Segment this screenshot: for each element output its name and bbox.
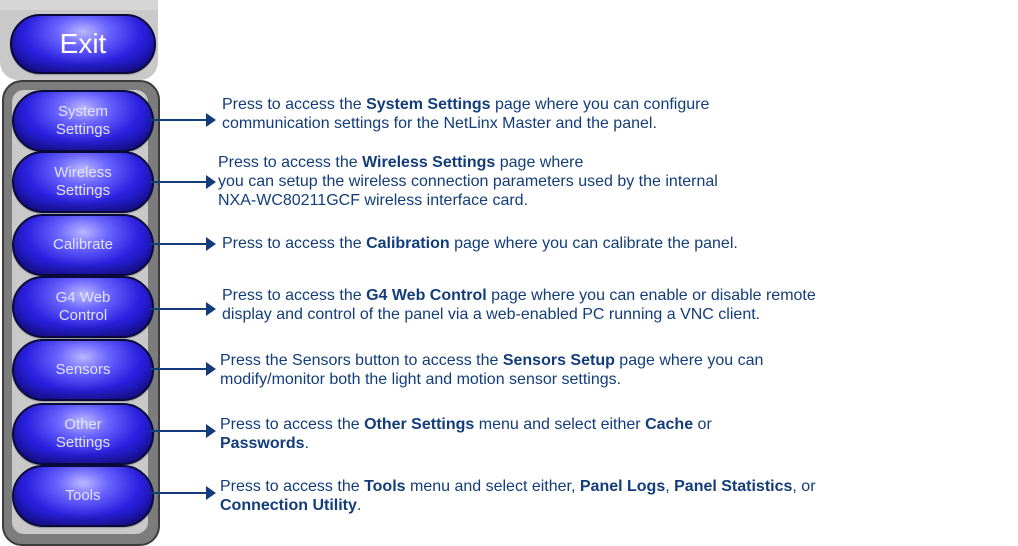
exit-button[interactable]: Exit xyxy=(10,14,156,74)
desc-text: Press to access the xyxy=(222,287,367,304)
desc-bold: Sensors Setup xyxy=(502,352,615,369)
desc-bold: Connection Utility xyxy=(220,497,357,514)
desc-text: page where xyxy=(495,154,584,171)
desc-line2: communication settings for the NetLinx M… xyxy=(222,115,657,132)
arrow-g4web-icon xyxy=(206,302,216,316)
g4-web-control-label-line2: Control xyxy=(58,307,108,324)
arrow-system-icon xyxy=(206,113,216,127)
connector-line-system xyxy=(150,119,208,121)
connector-line-sensors xyxy=(150,368,208,370)
tools-button[interactable]: Tools xyxy=(12,465,154,527)
connector-line-wireless xyxy=(150,181,208,183)
system-settings-label-line1: System xyxy=(57,103,108,120)
desc-text: or xyxy=(693,416,712,433)
calibrate-label: Calibrate xyxy=(52,236,114,253)
wireless-settings-label-line2: Settings xyxy=(55,182,111,199)
desc-bold: Tools xyxy=(364,478,406,495)
connector-line-calibrate xyxy=(150,243,208,245)
desc-bold: Panel Statistics xyxy=(674,478,793,495)
connector-line-tools xyxy=(150,492,208,494)
g4-web-control-button[interactable]: G4 Web Control xyxy=(12,276,154,338)
desc-text: Press to access the xyxy=(222,96,367,113)
desc-text: , xyxy=(665,478,675,495)
desc-bold: Calibration xyxy=(366,235,450,252)
desc-text: Press to access the xyxy=(220,416,365,433)
wireless-settings-label-line1: Wireless xyxy=(54,164,112,181)
other-settings-label-line2: Settings xyxy=(55,434,111,451)
system-settings-description: Press to access the System Settings page… xyxy=(222,95,1014,133)
desc-text: page where you can calibrate the panel. xyxy=(449,235,738,252)
exit-button-label: Exit xyxy=(59,28,107,59)
arrow-tools-icon xyxy=(206,486,216,500)
connector-line-g4web xyxy=(150,308,208,310)
calibrate-button[interactable]: Calibrate xyxy=(12,214,154,276)
g4-web-control-description: Press to access the G4 Web Control page … xyxy=(222,286,1014,324)
desc-text: Press to access the xyxy=(218,154,363,171)
other-settings-description: Press to access the Other Settings menu … xyxy=(220,415,1012,453)
system-settings-label-line2: Settings xyxy=(55,121,111,138)
desc-text: Press to access the xyxy=(222,235,367,252)
desc-text: Press to access the xyxy=(220,478,365,495)
tools-description: Press to access the Tools menu and selec… xyxy=(220,477,1012,515)
desc-text: . xyxy=(304,435,309,452)
desc-bold: Other Settings xyxy=(364,416,475,433)
desc-text: . xyxy=(356,497,362,514)
tools-label: Tools xyxy=(65,487,101,504)
desc-text: page where you can configure xyxy=(490,96,710,113)
desc-bold: System Settings xyxy=(366,96,491,113)
system-settings-button[interactable]: System Settings xyxy=(12,90,154,152)
sensors-button[interactable]: Sensors xyxy=(12,339,154,401)
other-settings-label-line1: Other xyxy=(64,416,102,433)
calibrate-description: Press to access the Calibration page whe… xyxy=(222,234,1014,253)
desc-text: , or xyxy=(792,478,816,495)
desc-line2: you can setup the wireless connection pa… xyxy=(218,173,718,190)
desc-line2: modify/monitor both the light and motion… xyxy=(220,371,622,388)
other-settings-button[interactable]: Other Settings xyxy=(12,403,154,465)
desc-bold: Wireless Settings xyxy=(362,154,496,171)
sensors-description: Press the Sensors button to access the S… xyxy=(220,351,1012,389)
g4-web-control-label-line1: G4 Web xyxy=(55,289,111,306)
desc-bold: Panel Logs xyxy=(579,478,666,495)
desc-line3: NXA-WC80211GCF wireless interface card. xyxy=(218,192,529,209)
wireless-settings-description: Press to access the Wireless Settings pa… xyxy=(218,153,1010,210)
desc-bold: G4 Web Control xyxy=(366,287,487,304)
sensors-label: Sensors xyxy=(55,361,111,378)
desc-bold: Passwords xyxy=(220,435,305,452)
desc-text: menu and select either xyxy=(474,416,646,433)
desc-text: menu and select either, xyxy=(405,478,580,495)
wireless-settings-button[interactable]: Wireless Settings xyxy=(12,151,154,213)
desc-text: page where you can xyxy=(614,352,764,369)
connector-line-other xyxy=(150,430,208,432)
arrow-calibrate-icon xyxy=(206,237,216,251)
arrow-other-icon xyxy=(206,424,216,438)
desc-text: page where you can enable or disable rem… xyxy=(486,287,816,304)
arrow-wireless-icon xyxy=(206,175,216,189)
desc-bold: Cache xyxy=(645,416,694,433)
desc-text: Press the Sensors button to access the xyxy=(220,352,503,369)
desc-line2: display and control of the panel via a w… xyxy=(222,306,761,323)
arrow-sensors-icon xyxy=(206,362,216,376)
